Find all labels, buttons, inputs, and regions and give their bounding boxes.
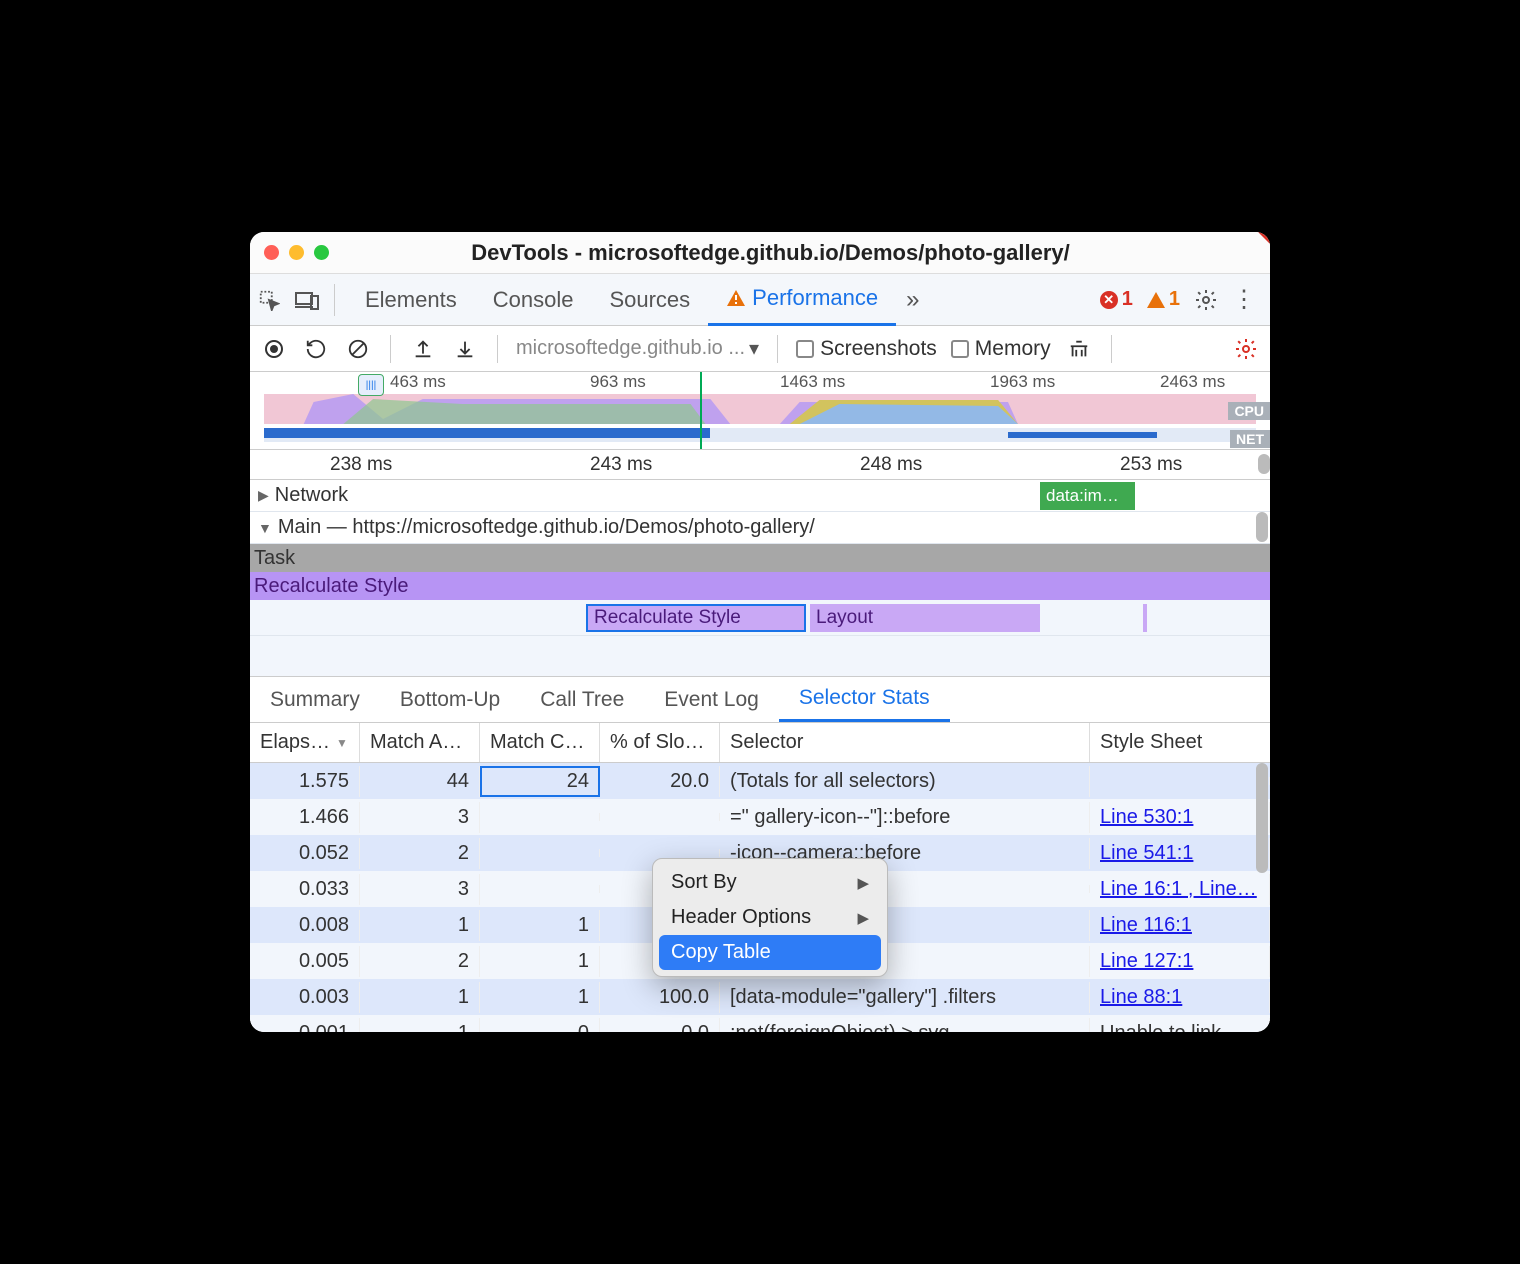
cpu-label: CPU [1228,402,1270,420]
col-match-attempts[interactable]: Match A… [360,723,480,762]
tabsbar-right: ✕ 1 1 ⋮ [1100,285,1270,314]
divider [334,284,335,316]
table-scrollbar[interactable] [1256,763,1268,943]
flame-empty [250,636,1270,676]
warning-icon [1147,292,1165,308]
col-elapsed[interactable]: Elaps… [250,723,360,762]
col-match-count[interactable]: Match C… [480,723,600,762]
maximize-window-button[interactable] [314,245,329,260]
tab-console[interactable]: Console [475,274,592,326]
upload-profile-button[interactable] [409,335,437,363]
expand-icon: ▶ [258,487,269,504]
device-toolbar-icon[interactable] [288,290,326,310]
capture-settings-icon[interactable] [1232,335,1260,363]
perf-toolbar: microsoftedge.github.io ...▾ Screenshots… [250,326,1270,372]
stylesheet-link[interactable]: Line 541:1 [1100,842,1193,864]
tiny-block[interactable] [1143,604,1147,632]
col-pct-slow[interactable]: % of Slo… [600,723,720,762]
recalc-style-bar[interactable]: Recalculate Style [250,572,1270,600]
titlebar: DevTools - microsoftedge.github.io/Demos… [250,232,1270,274]
detail-tabs: Summary Bottom-Up Call Tree Event Log Se… [250,677,1270,723]
overview-net [264,428,1256,442]
playhead[interactable] [700,372,702,449]
stylesheet-link[interactable]: Line 88:1 [1100,986,1182,1008]
overview-selection-handle[interactable]: |||| [358,374,384,396]
context-menu: Sort By▶ Header Options▶ Copy Table [652,858,888,977]
divider [1111,335,1112,363]
stylesheet-link[interactable]: Line 127:1 [1100,950,1193,972]
tab-sources[interactable]: Sources [591,274,708,326]
panel-tabs-bar: Elements Console Sources Performance » ✕… [250,274,1270,326]
panel-tabs: Elements Console Sources Performance » [347,274,929,326]
clear-button[interactable] [344,335,372,363]
recalc-style-selected[interactable]: Recalculate Style [586,604,806,632]
close-window-button[interactable] [264,245,279,260]
tab-event-log[interactable]: Event Log [644,677,779,722]
minimize-window-button[interactable] [289,245,304,260]
settings-icon[interactable] [1194,288,1218,312]
divider [497,335,498,363]
table-row[interactable]: 0.001100.0:not(foreignObject) > svgUnabl… [250,1015,1270,1032]
tab-selector-stats[interactable]: Selector Stats [779,677,950,722]
traffic-lights [264,245,329,260]
screenshots-checkbox[interactable]: Screenshots [796,337,937,361]
network-entry[interactable]: data:im… [1040,482,1135,510]
inspect-element-icon[interactable] [250,289,288,311]
table-header: Elaps… Match A… Match C… % of Slo… Selec… [250,723,1270,763]
layout-block[interactable]: Layout [810,604,1040,632]
recording-selector[interactable]: microsoftedge.github.io ...▾ [516,336,759,361]
col-stylesheet[interactable]: Style Sheet [1090,723,1270,762]
table-row[interactable]: 1.575442420.0(Totals for all selectors) [250,763,1270,799]
ruler-scrollbar[interactable] [1258,454,1270,474]
collect-garbage-button[interactable] [1065,335,1093,363]
chevron-right-icon: ▶ [857,874,869,892]
ctx-copy-table[interactable]: Copy Table [659,935,881,970]
divider [777,335,778,363]
stylesheet-link[interactable]: Line 116:1 [1100,914,1192,936]
tab-performance[interactable]: Performance [708,274,896,326]
more-tabs-button[interactable]: » [896,274,929,326]
timeline-overview[interactable]: 463 ms 963 ms 1463 ms 1963 ms 2463 ms CP… [250,372,1270,450]
collapse-icon: ▼ [258,520,272,536]
overview-cpu [264,394,1256,424]
overview-time-labels: 463 ms 963 ms 1463 ms 1963 ms 2463 ms [250,372,1270,392]
col-selector[interactable]: Selector [720,723,1090,762]
ctx-sort-by[interactable]: Sort By▶ [659,865,881,900]
tab-summary[interactable]: Summary [250,677,380,722]
kebab-menu-icon[interactable]: ⋮ [1232,285,1256,314]
devtools-window: DevTools - microsoftedge.github.io/Demos… [250,232,1270,1032]
memory-checkbox[interactable]: Memory [951,337,1051,361]
stylesheet-link[interactable]: Line 16:1 , Line… [1100,878,1257,900]
table-row[interactable]: 0.00311100.0[data-module="gallery"] .fil… [250,979,1270,1015]
flame-subrow: Recalculate Style Layout [250,600,1270,636]
tab-elements[interactable]: Elements [347,274,475,326]
time-ruler[interactable]: 238 ms 243 ms 248 ms 253 ms [250,450,1270,480]
net-label: NET [1230,430,1270,448]
error-icon: ✕ [1100,291,1118,309]
main-track-header[interactable]: ▼ Main — https://microsoftedge.github.io… [250,512,1270,544]
chevron-right-icon: ▶ [857,909,869,927]
divider [390,335,391,363]
network-track-header[interactable]: ▶ Network data:im… [250,480,1270,512]
stylesheet-link[interactable]: Line 530:1 [1100,806,1193,828]
reload-record-button[interactable] [302,335,330,363]
error-count-badge[interactable]: ✕ 1 [1100,288,1133,311]
table-row[interactable]: 1.4663=" gallery-icon--"]::beforeLine 53… [250,799,1270,835]
flame-chart[interactable]: ▶ Network data:im… ▼ Main — https://micr… [250,480,1270,677]
download-profile-button[interactable] [451,335,479,363]
warning-count-badge[interactable]: 1 [1147,288,1180,311]
ctx-header-options[interactable]: Header Options▶ [659,900,881,935]
tab-call-tree[interactable]: Call Tree [520,677,644,722]
task-bar[interactable]: Task [250,544,1270,572]
record-button[interactable] [260,335,288,363]
window-title: DevTools - microsoftedge.github.io/Demos… [345,240,1256,266]
warning-icon [726,289,746,307]
tab-bottom-up[interactable]: Bottom-Up [380,677,520,722]
